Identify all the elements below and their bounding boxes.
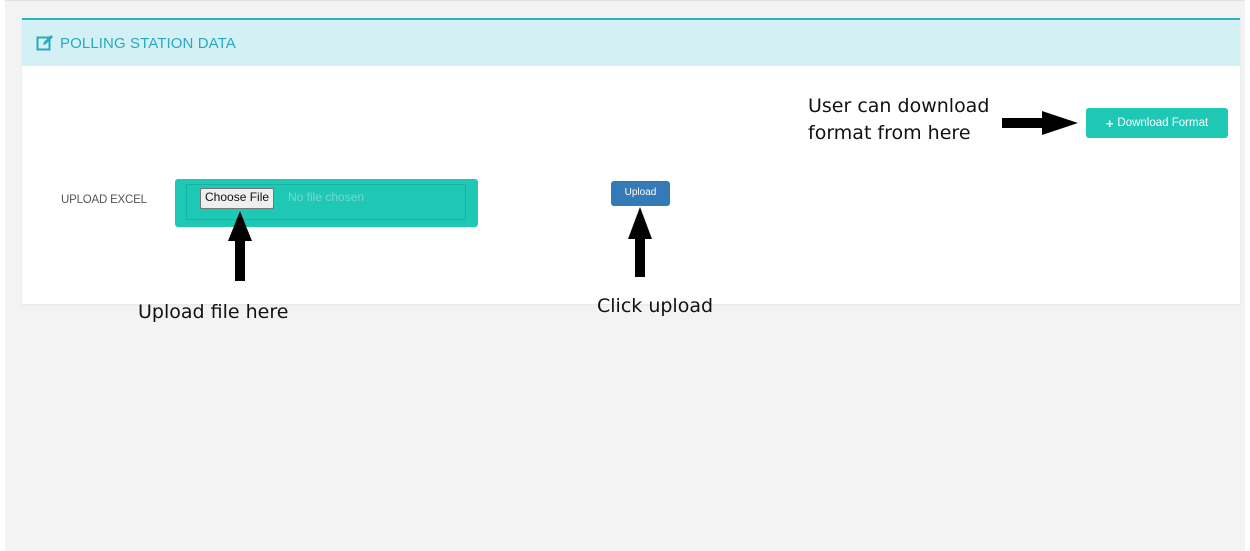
up-arrow-icon — [228, 211, 252, 281]
plus-icon: + — [1105, 115, 1114, 131]
annotation-click-upload: Click upload — [597, 295, 714, 317]
edit-icon — [36, 34, 54, 52]
annotation-download-line-1: User can download — [808, 95, 990, 117]
file-input-container: Choose File No file chosen — [175, 179, 478, 227]
choose-file-button[interactable]: Choose File — [200, 188, 275, 209]
right-arrow-icon — [1002, 111, 1078, 135]
upload-button[interactable]: Upload — [611, 181, 670, 206]
upload-excel-label: UPLOAD EXCEL — [61, 194, 147, 206]
panel-header: POLLING STATION DATA — [22, 20, 1240, 66]
panel-title: POLLING STATION DATA — [60, 34, 236, 52]
download-format-button[interactable]: + Download Format — [1086, 108, 1228, 138]
page-background: POLLING STATION DATA UPLOAD EXCEL Choose… — [5, 0, 1245, 551]
annotation-upload-file: Upload file here — [138, 301, 289, 323]
no-file-chosen-text: No file chosen — [288, 190, 365, 204]
up-arrow-icon — [628, 207, 652, 277]
download-format-label: Download Format — [1117, 117, 1209, 129]
annotation-download-text: User can download format from here — [808, 93, 989, 147]
annotation-download-line-2: format from here — [808, 122, 971, 144]
